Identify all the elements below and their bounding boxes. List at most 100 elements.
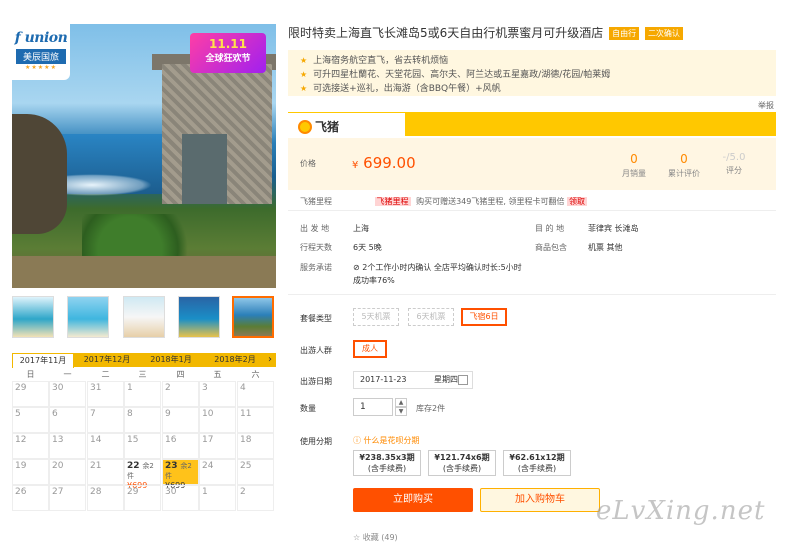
day-number: 2 <box>240 487 246 497</box>
calendar-day-selected[interactable]: 23 余2件 ¥699 <box>162 459 199 490</box>
chevron-right-icon[interactable]: › <box>268 353 272 367</box>
tab-month-4[interactable]: 2018年2月 <box>204 353 266 367</box>
report-link[interactable]: 举报 <box>758 100 774 111</box>
stat-label: 评分 <box>726 166 742 175</box>
day-number: 7 <box>90 409 96 419</box>
calendar-day: 31 <box>87 381 124 407</box>
day-number: 8 <box>127 409 133 419</box>
quantity-input[interactable]: 1 <box>353 398 393 416</box>
decrement-icon[interactable]: ▼ <box>395 407 407 416</box>
day-number: 25 <box>240 461 252 471</box>
day-number: 18 <box>240 435 252 445</box>
day-number: 1 <box>202 487 208 497</box>
installment-option-3[interactable]: ¥238.35x3期 (含手续费) <box>353 450 421 476</box>
calendar-day: 25 <box>237 459 274 485</box>
thumbnail-4[interactable] <box>178 296 220 338</box>
calendar-grid: 29 30 31 1 2 3 4 5 6 7 8 9 10 11 12 13 1… <box>12 381 276 559</box>
calendar-icon[interactable] <box>458 375 468 385</box>
calendar-day: 11 <box>237 407 274 433</box>
calendar-day: 13 <box>49 433 86 459</box>
weekday-label: 四 <box>176 370 185 379</box>
tab-month-3[interactable]: 2018年1月 <box>140 353 202 367</box>
installment-option-6[interactable]: ¥121.74x6期 (含手续费) <box>428 450 496 476</box>
stat-reviews[interactable]: 0 累计评价 <box>664 152 704 179</box>
day-number: 10 <box>202 409 214 419</box>
thumbnail-2[interactable] <box>67 296 109 338</box>
day-number: 11 <box>240 409 252 419</box>
stat-monthly-sales: 0 月销量 <box>614 152 654 179</box>
package-option-5day[interactable]: 5天机票 <box>353 308 399 326</box>
weekday-label: 二 <box>101 370 110 379</box>
day-number: 19 <box>15 461 27 471</box>
mileage-text: 购买可赠送349飞猪里程, 领里程卡可翻倍 <box>416 197 565 206</box>
day-number: 29 <box>127 487 139 497</box>
calendar-day: 30 <box>49 381 86 407</box>
day-number: 13 <box>52 435 64 445</box>
day-number: 5 <box>15 409 21 419</box>
price-amount: 699.00 <box>363 154 416 172</box>
calendar-day-available[interactable]: 22 余2件 ¥699 <box>124 459 161 490</box>
calendar-weekdays: 日 一 二 三 四 五 六 <box>12 367 276 381</box>
calendar-day: 28 <box>87 485 124 511</box>
calendar-day: 2 <box>162 381 199 407</box>
calendar-day: 17 <box>199 433 236 459</box>
thumbnail-5-selected[interactable] <box>232 296 274 338</box>
calendar-day: 26 <box>12 485 49 511</box>
buy-now-button[interactable]: 立即购买 <box>353 488 473 512</box>
increment-icon[interactable]: ▲ <box>395 398 407 407</box>
day-number: 1 <box>127 383 133 393</box>
calendar-day: 12 <box>12 433 49 459</box>
depart-value: 上海 <box>353 224 369 233</box>
mileage-claim-link[interactable]: 领取 <box>567 197 587 206</box>
day-number: 4 <box>240 383 246 393</box>
promo-date: 11.11 <box>209 37 247 51</box>
platform-name: 飞猪 <box>315 120 340 134</box>
installment-help-link[interactable]: ⓘ 什么是花呗分期 <box>353 435 420 446</box>
calendar-day: 29 <box>124 485 161 511</box>
calendar-day: 30 <box>162 485 199 511</box>
calendar-day: 29 <box>12 381 49 407</box>
day-number: 28 <box>90 487 102 497</box>
days-value: 6天 5晚 <box>353 243 382 252</box>
installment-amount: ¥238.35x3期 <box>359 453 415 462</box>
installment-amount: ¥62.61x12期 <box>509 453 565 462</box>
dest-value: 菲律宾 长滩岛 <box>588 224 639 233</box>
promo-text: 全球狂欢节 <box>205 54 251 64</box>
travel-date-field[interactable]: 2017-11-23 星期四 <box>353 371 473 389</box>
calendar-day: 19 <box>12 459 49 485</box>
installment-option-12[interactable]: ¥62.61x12期 (含手续费) <box>503 450 571 476</box>
stat-rating: -/5.0 评分 <box>714 152 754 176</box>
price-calendar: 2017年11月 2017年12月 2018年1月 2018年2月 › 日 一 … <box>12 353 276 559</box>
mileage-row: 飞猪里程 飞猪里程 购买可赠送349飞猪里程, 领里程卡可翻倍 领取 <box>300 196 587 207</box>
promise-label: 服务承诺 <box>300 263 332 272</box>
include-label: 商品包含 <box>535 243 567 252</box>
day-number: 30 <box>52 383 64 393</box>
package-option-selected[interactable]: 飞宿6日 <box>461 308 507 326</box>
day-number: 16 <box>165 435 177 445</box>
people-option-adult[interactable]: 成人 <box>353 340 387 358</box>
thumbnail-3[interactable] <box>123 296 165 338</box>
day-number: 29 <box>15 383 27 393</box>
stat-value: 0 <box>680 152 688 166</box>
package-option-6day[interactable]: 6天机票 <box>408 308 454 326</box>
tab-month-2[interactable]: 2017年12月 <box>76 353 138 367</box>
day-number: 17 <box>202 435 214 445</box>
day-number: 12 <box>15 435 27 445</box>
installment-label: 使用分期 <box>300 437 332 446</box>
thumbnail-1[interactable] <box>12 296 54 338</box>
add-to-cart-button[interactable]: 加入购物车 <box>480 488 600 512</box>
weekday-label: 五 <box>213 370 222 379</box>
thumbnail-strip <box>12 296 276 342</box>
calendar-day: 8 <box>124 407 161 433</box>
favorite-button[interactable]: ☆ 收藏 (49) <box>353 532 398 543</box>
calendar-day: 1 <box>199 485 236 511</box>
travel-weekday: 星期四 <box>434 375 458 384</box>
feature-item: 上海宿务航空直飞，省去转机烦恼 <box>300 54 764 68</box>
date-label: 出游日期 <box>300 377 332 386</box>
qty-label: 数量 <box>300 404 316 413</box>
logo-stars: ★★★★★ <box>25 64 57 71</box>
quantity-stepper[interactable]: ▲ ▼ <box>395 398 407 416</box>
stat-value: -/5.0 <box>722 152 746 163</box>
tab-month-1[interactable]: 2017年11月 <box>12 353 74 368</box>
price-value: ¥ 699.00 <box>352 154 416 172</box>
